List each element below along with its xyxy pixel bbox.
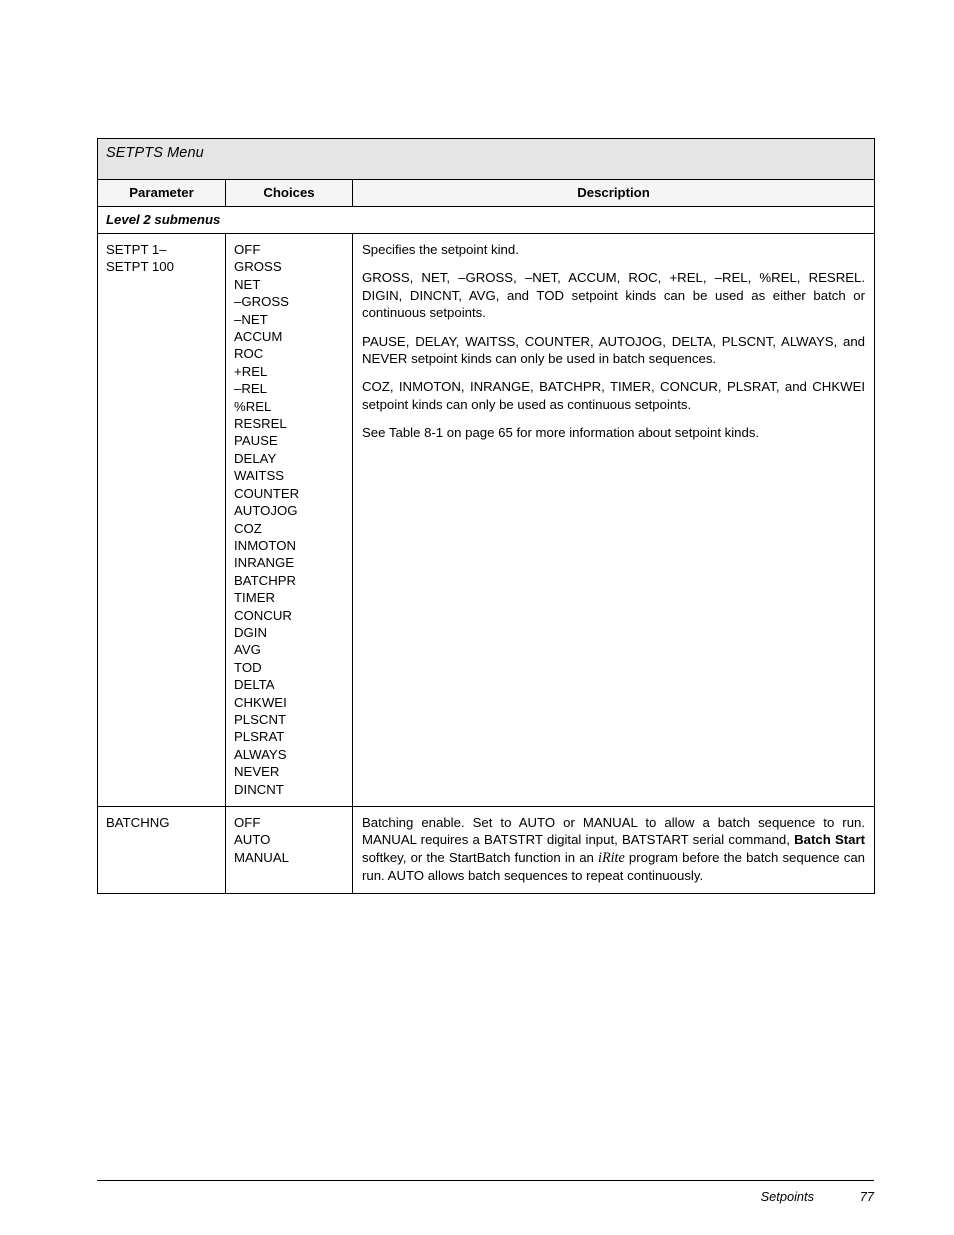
footer-page-number: 77 [859,1189,874,1204]
column-header-choices: Choices [225,179,353,207]
parameter-description: Specifies the setpoint kind. GROSS, NET,… [351,233,876,807]
section-heading-row: Level 2 submenus [96,206,876,234]
parameter-choices: OFF GROSS NET –GROSS –NET ACCUM ROC +REL… [225,233,353,807]
table-header-row: Parameter Choices Description [97,179,876,207]
description-paragraph: Specifies the setpoint kind. [362,242,519,257]
description-paragraph: GROSS, NET, –GROSS, –NET, ACCUM, ROC, +R… [362,270,866,321]
document-page: SETPTS Menu Parameter Choices Descriptio… [0,0,954,1235]
table-row: BATCHNG OFF AUTO MANUAL Batching enable.… [97,806,876,894]
description-paragraph: See Table 8-1 on page 65 for more inform… [362,425,760,441]
description-paragraph: COZ, INMOTON, INRANGE, BATCHPR, TIMER, C… [362,379,866,412]
setpts-menu-table: SETPTS Menu Parameter Choices Descriptio… [96,138,876,894]
description-paragraph: PAUSE, DELAY, WAITSS, COUNTER, AUTOJOG, … [362,333,866,367]
column-header-parameter: Parameter [97,179,226,207]
table-title-row: SETPTS Menu [96,138,876,180]
irite-product-name: iRite [598,849,625,866]
description-text-segment: softkey, or the StartBatch function in a… [362,849,598,865]
parameter-choices: OFF AUTO MANUAL [225,806,353,894]
table-title: SETPTS Menu [96,138,876,180]
parameter-name: SETPT 1– SETPT 100 [97,233,226,807]
section-heading: Level 2 submenus [96,206,876,234]
batch-start-softkey-label: Batch Start [794,832,866,848]
footer-section-label: Setpoints [760,1189,814,1204]
parameter-name: BATCHNG [97,806,226,894]
parameter-description: Batching enable. Set to AUTO or MANUAL t… [351,806,876,894]
page-footer: Setpoints 77 [97,1188,874,1206]
column-header-description: Description [351,179,876,207]
description-paragraph: Batching enable. Set to AUTO or MANUAL t… [362,814,865,885]
description-text-segment: Batching enable. Set to AUTO or MANUAL t… [362,815,866,848]
footer-divider [97,1180,874,1181]
table-row: SETPT 1– SETPT 100 OFF GROSS NET –GROSS … [97,233,876,807]
